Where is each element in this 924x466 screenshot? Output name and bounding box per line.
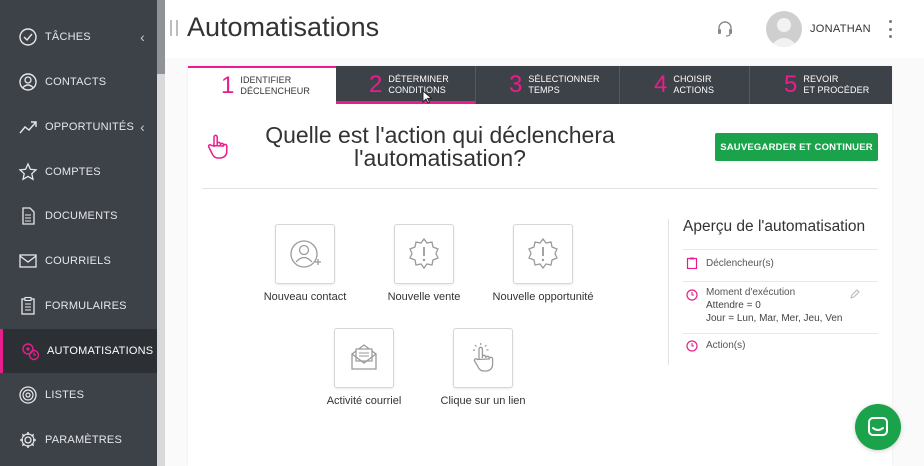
step-label-line2: ACTIONS <box>673 85 715 95</box>
divider <box>202 188 878 189</box>
mouse-cursor-icon <box>422 90 432 104</box>
pencil-icon[interactable] <box>850 289 860 299</box>
clipboard-icon <box>686 257 698 269</box>
headset-icon[interactable] <box>716 20 734 38</box>
sidebar-item-label: TÂCHES <box>45 31 91 43</box>
contact-icon <box>18 72 38 92</box>
mail-icon <box>18 251 38 271</box>
sidebar-item-opportunites[interactable]: OPPORTUNITÉS ‹ <box>0 105 157 149</box>
step-label-line2: DÉCLENCHEUR <box>240 86 310 96</box>
sidebar-item-listes[interactable]: LISTES <box>0 373 157 417</box>
user-name[interactable]: JONATHAN <box>810 23 871 35</box>
sidebar-item-taches[interactable]: TÂCHES ‹ <box>0 15 157 59</box>
preview-moment-row[interactable]: Moment d'exécution Attendre = 0 Jour = L… <box>683 281 878 333</box>
sidebar-item-automatisations[interactable]: AUTOMATISATIONS <box>0 329 157 373</box>
pointer-hand-icon <box>207 134 228 159</box>
more-menu-icon[interactable] <box>886 20 894 38</box>
drag-handle-icon[interactable] <box>170 20 178 36</box>
scrollbar-thumb[interactable] <box>157 0 165 74</box>
sidebar-item-label: OPPORTUNITÉS <box>45 121 134 133</box>
step-label-line2: ET PROCÉDER <box>803 85 870 95</box>
sidebar-item-comptes[interactable]: COMPTES <box>0 150 157 194</box>
step-label-line1: CHOISIR <box>673 74 712 84</box>
preview-actions-row[interactable]: Action(s) <box>683 333 878 363</box>
sidebar-item-contacts[interactable]: CONTACTS <box>0 60 157 104</box>
trigger-tile[interactable] <box>334 328 394 388</box>
trigger-tile[interactable] <box>275 224 335 284</box>
document-icon <box>18 206 38 226</box>
sidebar-scrollbar[interactable] <box>157 0 165 466</box>
email-activity-icon <box>351 344 377 370</box>
chevron-left-icon: ‹ <box>140 29 145 45</box>
new-opportunity-icon <box>528 237 558 270</box>
automation-icon <box>20 341 40 361</box>
new-sale-icon <box>409 237 439 270</box>
trigger-question: Quelle est l'action qui déclenchera l'au… <box>265 122 615 171</box>
preview-actions-label: Action(s) <box>706 340 746 351</box>
sidebar-item-label: CONTACTS <box>45 76 107 88</box>
step-label-line1: DÉTERMINER <box>388 74 449 84</box>
step-review-proceed[interactable]: 5 REVOIR ET PROCÉDER <box>750 66 892 104</box>
clock-icon <box>686 340 698 352</box>
step-number: 1 <box>221 72 235 99</box>
page-title: Automatisations <box>187 12 380 42</box>
step-number: 2 <box>369 71 383 98</box>
header: Automatisations JONATHAN <box>165 0 924 58</box>
step-identifier-trigger[interactable]: 1 IDENTIFIER DÉCLENCHEUR <box>188 66 336 104</box>
trigger-label: Clique sur un lien <box>440 395 526 407</box>
sidebar-item-label: COMPTES <box>45 166 101 178</box>
step-label-line2: TEMPS <box>528 85 560 95</box>
sidebar-item-parametres[interactable]: PARAMÈTRES <box>0 418 157 462</box>
link-click-icon <box>473 343 494 372</box>
sidebar: TÂCHES ‹ CONTACTS OPPORTUNITÉS ‹ COMPTES… <box>0 0 157 466</box>
preview-moment-wait: Attendre = 0 <box>706 300 761 311</box>
step-number: 3 <box>509 71 523 98</box>
steps-bar: 1 IDENTIFIER DÉCLENCHEUR 2 DÉTERMINER COND… <box>188 66 892 104</box>
gear-icon <box>18 430 38 450</box>
step-number: 4 <box>654 71 668 98</box>
preview-triggers-row[interactable]: Déclencheur(s) <box>683 249 878 281</box>
avatar[interactable] <box>766 11 802 47</box>
sidebar-item-formulaires[interactable]: FORMULAIRES <box>0 284 157 328</box>
chat-icon <box>868 417 888 436</box>
trigger-tile[interactable] <box>513 224 573 284</box>
clipboard-icon <box>18 296 38 316</box>
preview-moment-label: Moment d'exécution <box>706 287 796 298</box>
step-number: 5 <box>784 71 798 98</box>
step-label-line1: SÉLECTIONNER <box>528 74 600 84</box>
preview-title: Aperçu de l'automatisation <box>683 218 866 235</box>
sidebar-item-label: PARAMÈTRES <box>45 434 122 446</box>
sidebar-item-label: DOCUMENTS <box>45 210 118 222</box>
divider <box>668 219 669 365</box>
sidebar-item-courriels[interactable]: COURRIELS <box>0 239 157 283</box>
sidebar-item-documents[interactable]: DOCUMENTS <box>0 194 157 238</box>
sidebar-item-label: LISTES <box>45 389 85 401</box>
trigger-label: Nouvelle opportunité <box>492 291 594 303</box>
step-determine-conditions[interactable]: 2 DÉTERMINER CONDITIONS <box>336 66 476 104</box>
preview-triggers-label: Déclencheur(s) <box>706 258 774 269</box>
chevron-left-icon: ‹ <box>140 119 145 135</box>
trigger-tile[interactable] <box>394 224 454 284</box>
chat-button[interactable] <box>855 404 901 450</box>
automation-card: 1 IDENTIFIER DÉCLENCHEUR 2 DÉTERMINER COND… <box>188 66 892 466</box>
save-continue-button[interactable]: SAUVEGARDER ET CONTINUER <box>715 133 878 161</box>
main-area: Automatisations JONATHAN 1 IDENTIFIER DÉC… <box>165 0 924 466</box>
step-choose-actions[interactable]: 4 CHOISIR ACTIONS <box>620 66 750 104</box>
sidebar-item-label: AUTOMATISATIONS <box>47 345 154 357</box>
sidebar-item-label: COURRIELS <box>45 255 111 267</box>
preview-moment-days: Jour = Lun, Mar, Mer, Jeu, Ven <box>706 313 843 324</box>
trigger-tile[interactable] <box>453 328 513 388</box>
star-icon <box>18 162 38 182</box>
new-contact-icon <box>290 240 321 268</box>
step-label-line1: REVOIR <box>803 74 839 84</box>
check-circle-icon <box>18 27 38 47</box>
list-icon <box>18 385 38 405</box>
step-label-line1: IDENTIFIER <box>240 75 292 85</box>
sidebar-item-label: FORMULAIRES <box>45 300 127 312</box>
step-select-time[interactable]: 3 SÉLECTIONNER TEMPS <box>476 66 620 104</box>
clock-icon <box>686 289 698 301</box>
opportunities-icon <box>18 117 38 137</box>
step-label-line2: CONDITIONS <box>388 85 446 95</box>
